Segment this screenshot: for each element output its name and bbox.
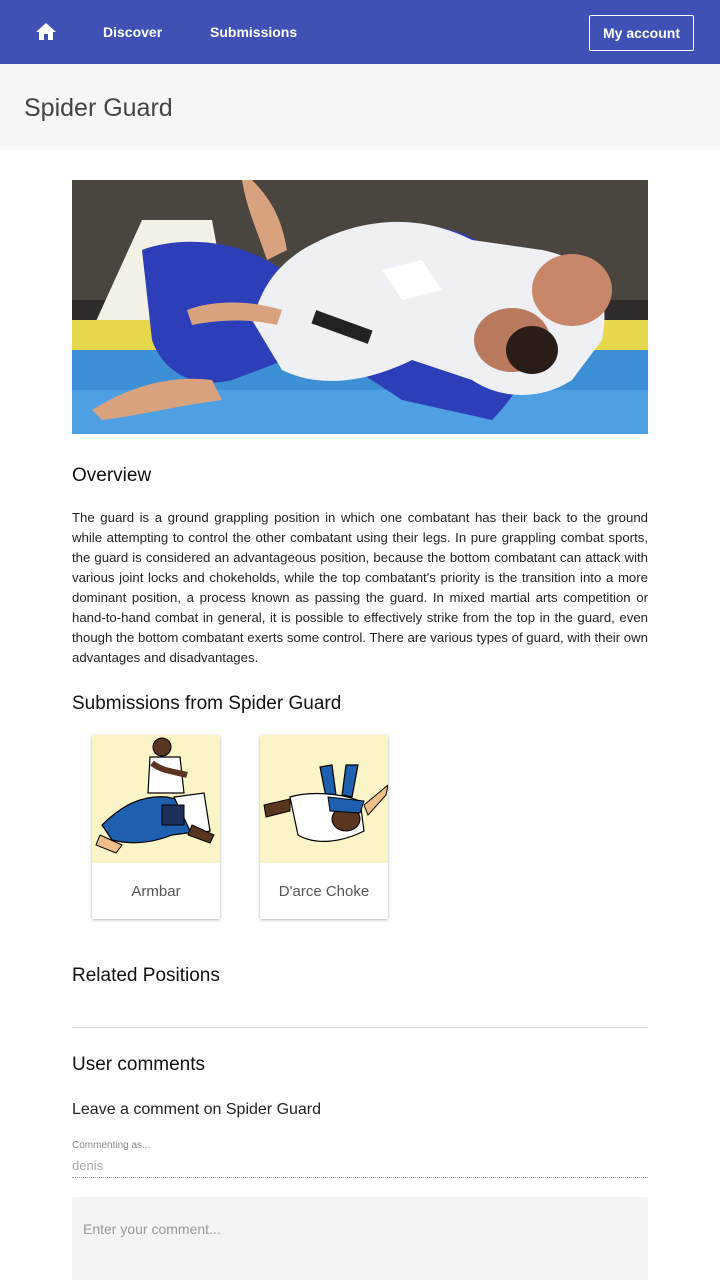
submission-card-label: Armbar	[131, 882, 181, 900]
submission-card-darce-choke[interactable]: D'arce Choke	[260, 735, 388, 919]
nav-discover-link[interactable]: Discover	[103, 24, 162, 40]
armbar-illustration	[92, 735, 220, 863]
home-icon[interactable]	[34, 20, 58, 44]
top-navbar: Discover Submissions My account	[0, 0, 720, 64]
leave-comment-label: Leave a comment on Spider Guard	[72, 1101, 322, 1118]
nav-submissions-link[interactable]: Submissions	[210, 24, 297, 40]
commenting-as-label: Commenting as...	[72, 1140, 151, 1151]
commenting-as-field: denis	[72, 1158, 648, 1178]
overview-heading: Overview	[72, 465, 152, 486]
submission-card-armbar[interactable]: Armbar	[92, 735, 220, 919]
my-account-button[interactable]: My account	[589, 15, 694, 51]
section-divider	[72, 1027, 648, 1028]
title-band: Spider Guard	[0, 64, 720, 150]
related-positions-heading: Related Positions	[72, 965, 220, 986]
user-comments-heading: User comments	[72, 1054, 206, 1075]
overview-text: The guard is a ground grappling position…	[72, 510, 648, 665]
submission-card-label: D'arce Choke	[278, 882, 370, 900]
page-title: Spider Guard	[24, 94, 173, 122]
position-hero-image	[72, 180, 648, 434]
darce-choke-illustration	[260, 735, 388, 863]
comment-input[interactable]	[72, 1197, 648, 1280]
submissions-heading: Submissions from Spider Guard	[72, 693, 342, 714]
